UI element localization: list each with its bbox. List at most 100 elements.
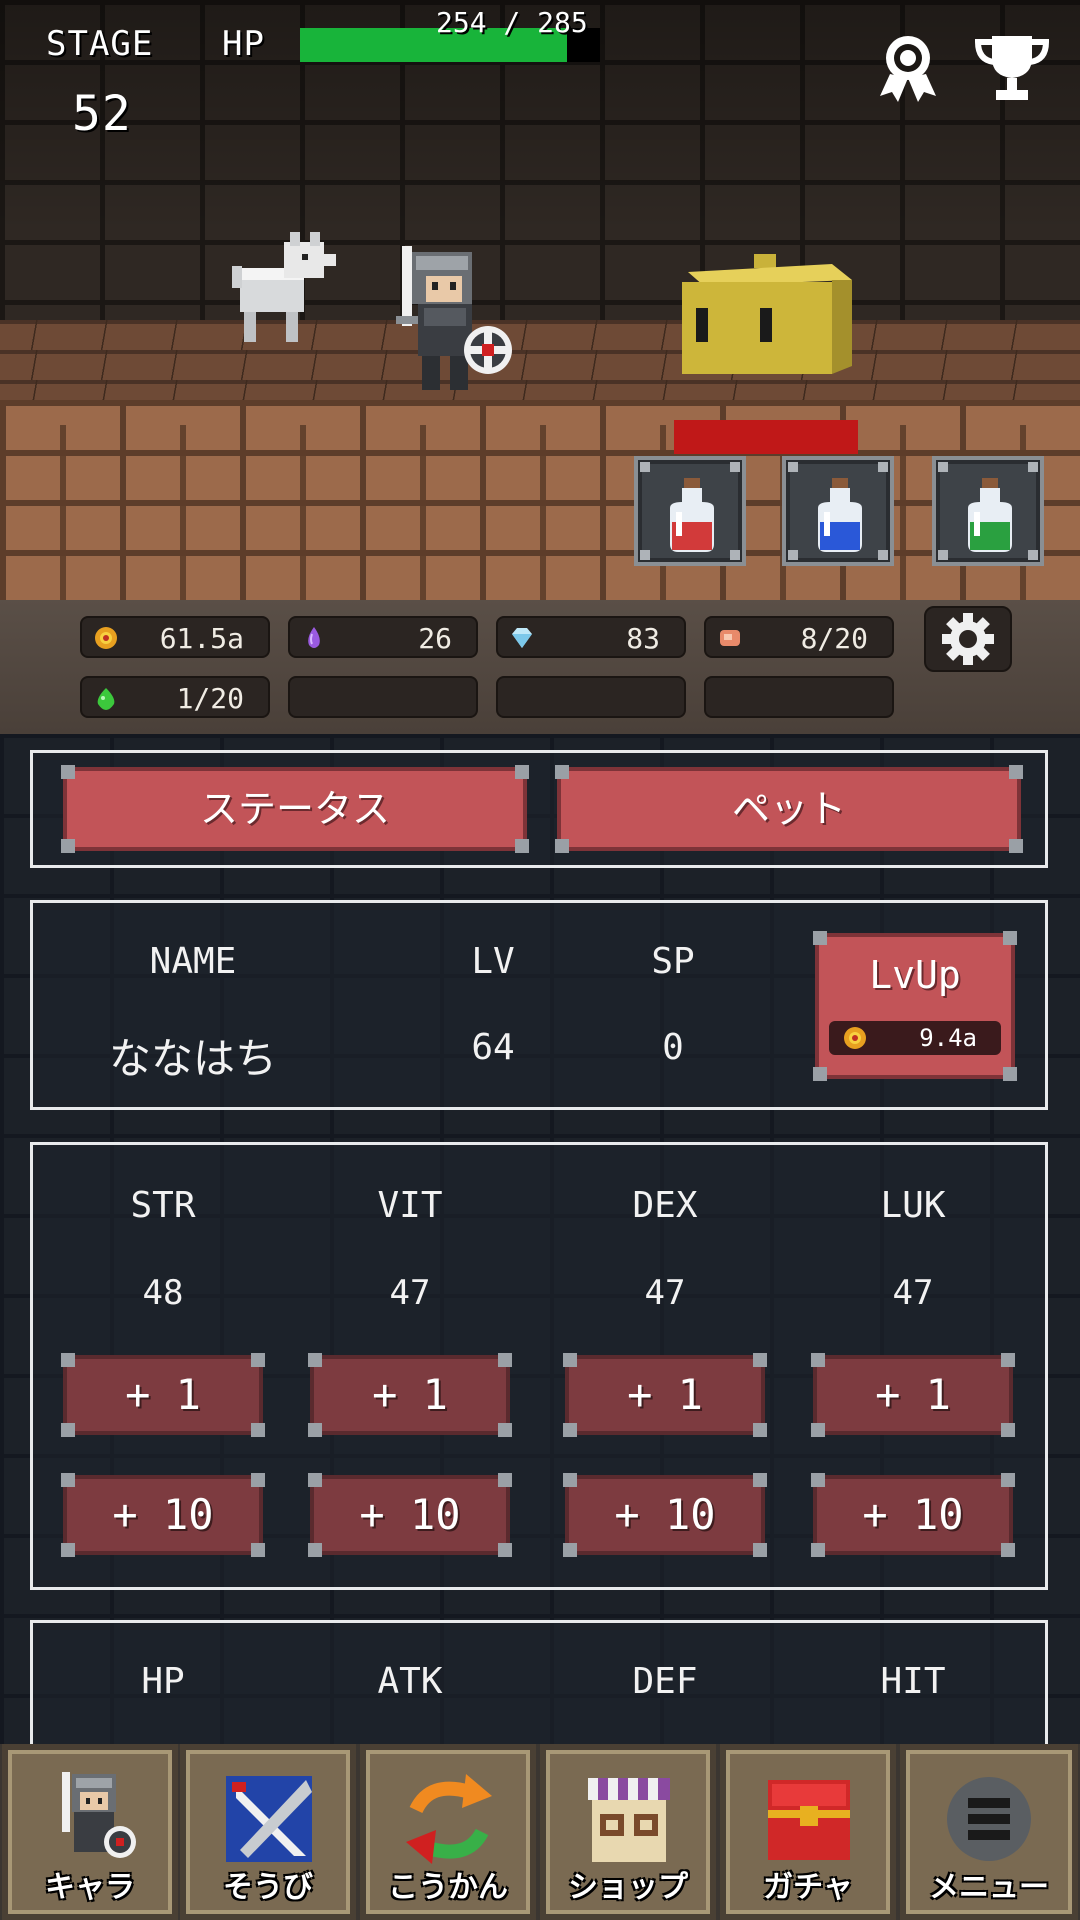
nav-menu[interactable]: メニュー (900, 1744, 1078, 1920)
plus-10-label: + 10 (359, 1490, 461, 1539)
nav-gacha-label: ガチャ (763, 1870, 853, 1905)
red-potion-icon (670, 478, 714, 552)
blue-potion-icon (818, 478, 862, 552)
stat-value-vit: 47 (389, 1273, 431, 1313)
meat-value: 8/20 (800, 622, 868, 655)
tab-status-label: ステータス (199, 787, 390, 831)
battle-scene: STAGE 52 HP 254 / 285 (0, 0, 1080, 600)
empty-resource-slot (704, 676, 894, 718)
lvup-cost-box: 9.4a (829, 1021, 1001, 1055)
enemy-hp-fill (674, 420, 858, 454)
sp-header: SP (651, 941, 695, 982)
gold-counter: 61.5a (80, 616, 270, 658)
nav-gacha[interactable]: ガチャ (720, 1744, 896, 1920)
luk-plus-10-button[interactable]: + 10 (811, 1473, 1015, 1557)
green-slime-icon (97, 688, 115, 710)
plus-1-label: + 1 (627, 1370, 703, 1419)
derived-header-hit: HIT (880, 1661, 946, 1702)
dex-plus-1-button[interactable]: + 1 (563, 1353, 767, 1437)
menu-list-icon (947, 1777, 1031, 1861)
stat-value-dex: 47 (644, 1273, 686, 1313)
exchange-arrows-icon (406, 1774, 492, 1864)
tab-panel: ステータス ペット (30, 750, 1048, 868)
meat-icon (720, 630, 740, 646)
nav-equip-label: そうび (223, 1870, 313, 1905)
ribbon-icon[interactable] (872, 30, 944, 104)
crystal-counter: 26 (288, 616, 478, 658)
derived-stats-panel: HP ATK DEF HIT (30, 1620, 1048, 1744)
plus-1-label: + 1 (372, 1370, 448, 1419)
tab-status[interactable]: ステータス (61, 765, 529, 853)
stage-value: 52 (72, 86, 132, 142)
nav-exchange-label: こうかん (388, 1870, 508, 1905)
nav-equip[interactable]: そうび (180, 1744, 356, 1920)
stat-header-luk: LUK (880, 1185, 946, 1226)
derived-header-atk: ATK (377, 1661, 443, 1702)
derived-header-hp: HP (141, 1661, 185, 1702)
knight-icon (62, 1772, 136, 1858)
enemy-sprite (678, 254, 854, 380)
sword-equip-icon (226, 1776, 312, 1862)
stat-header-dex: DEX (632, 1185, 698, 1226)
slime-value: 1/20 (176, 682, 244, 715)
nav-exchange[interactable]: こうかん (360, 1744, 536, 1920)
enemy-hp-bar (674, 420, 858, 454)
nav-chara[interactable]: キャラ (2, 1744, 178, 1920)
trophy-icon[interactable] (974, 32, 1050, 102)
character-sp: 0 (662, 1027, 684, 1068)
plus-1-label: + 1 (125, 1370, 201, 1419)
lvup-cost: 9.4a (919, 1024, 977, 1052)
empty-resource-slot (288, 676, 478, 718)
diamond-icon (512, 628, 532, 648)
nav-chara-label: キャラ (45, 1870, 135, 1905)
green-potion-icon (968, 478, 1012, 552)
slime-counter: 1/20 (80, 676, 270, 718)
tab-pet-label: ペット (731, 787, 846, 831)
plus-10-label: + 10 (614, 1490, 716, 1539)
derived-header-def: DEF (632, 1661, 698, 1702)
potion-slot-green[interactable] (932, 456, 1044, 566)
lvup-button[interactable]: LvUp 9.4a (813, 931, 1017, 1081)
gold-value: 61.5a (159, 622, 244, 655)
nav-menu-label: メニュー (929, 1870, 1049, 1905)
luk-plus-1-button[interactable]: + 1 (811, 1353, 1015, 1437)
nav-shop[interactable]: ショップ (540, 1744, 716, 1920)
stage-label: STAGE (46, 24, 154, 64)
pet-sprite (232, 232, 338, 352)
name-header: NAME (149, 941, 237, 982)
plus-10-label: + 10 (862, 1490, 964, 1539)
character-info-panel: NAME LV SP ななはち 64 0 LvUp 9.4a (30, 900, 1048, 1110)
gear-icon (942, 613, 994, 665)
lvup-label: LvUp (869, 953, 961, 997)
plus-10-label: + 10 (112, 1490, 214, 1539)
dungeon-floor (0, 320, 1080, 410)
str-plus-10-button[interactable]: + 10 (61, 1473, 265, 1557)
nav-shop-label: ショップ (568, 1870, 688, 1905)
diamond-counter: 83 (496, 616, 686, 658)
gold-coin-icon (95, 627, 117, 649)
empty-resource-slot (496, 676, 686, 718)
vit-plus-10-button[interactable]: + 10 (308, 1473, 512, 1557)
potion-slot-blue[interactable] (782, 456, 894, 566)
stat-header-vit: VIT (377, 1185, 443, 1226)
crystal-value: 26 (418, 622, 452, 655)
lv-header: LV (471, 941, 515, 982)
settings-gear-button[interactable] (924, 606, 1012, 672)
hp-label: HP (222, 24, 265, 64)
stat-value-luk: 47 (892, 1273, 934, 1313)
shop-icon (588, 1778, 670, 1862)
stat-value-str: 48 (142, 1273, 184, 1313)
meat-counter: 8/20 (704, 616, 894, 658)
dex-plus-10-button[interactable]: + 10 (563, 1473, 767, 1557)
plus-1-label: + 1 (875, 1370, 951, 1419)
character-name: ななはち (108, 1034, 277, 1083)
tab-pet[interactable]: ペット (555, 765, 1023, 853)
stats-panel: STR VIT DEX LUK 48 47 47 47 + 1 + 1 + 1 … (30, 1142, 1048, 1590)
vit-plus-1-button[interactable]: + 1 (308, 1353, 512, 1437)
stat-header-str: STR (130, 1185, 196, 1226)
diamond-value: 83 (626, 622, 660, 655)
hp-text: 254 / 285 (436, 6, 588, 39)
potion-slot-red[interactable] (634, 456, 746, 566)
character-level: 64 (471, 1027, 515, 1068)
str-plus-1-button[interactable]: + 1 (61, 1353, 265, 1437)
